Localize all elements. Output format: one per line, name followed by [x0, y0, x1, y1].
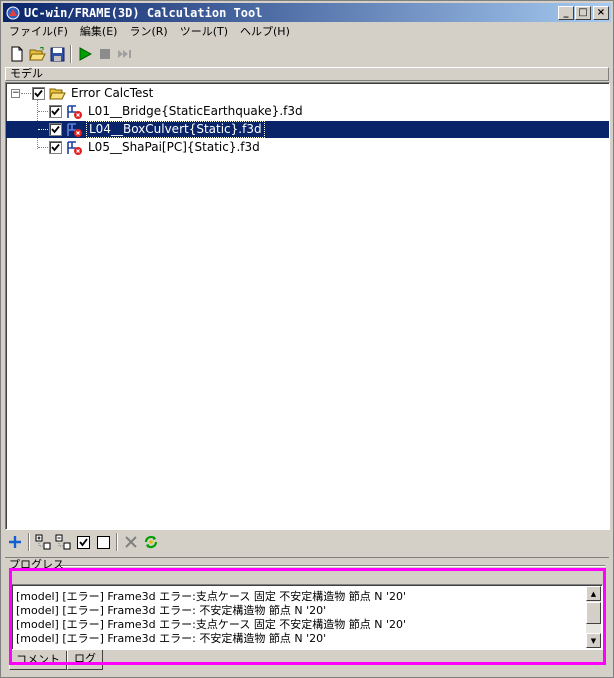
uncheck-all-icon[interactable] — [93, 532, 113, 552]
tree-item-l05[interactable]: L05__ShaPai[PC]{Static}.f3d — [49, 139, 262, 156]
refresh-icon[interactable] — [141, 532, 161, 552]
menu-file[interactable]: ファイル(F) — [3, 23, 74, 41]
save-icon[interactable] — [47, 44, 67, 64]
tree-item-label: L01__Bridge{StaticEarthquake}.f3d — [88, 104, 303, 118]
open-folder-icon[interactable] — [27, 44, 47, 64]
fast-forward-icon[interactable] — [115, 44, 135, 64]
log-line: [model] [エラー] Frame3d エラー: 不安定構造物 節点 N '… — [16, 632, 327, 645]
scroll-up-icon[interactable]: ▲ — [586, 586, 601, 601]
main-window: UC-win/FRAME(3D) Calculation Tool _ □ × … — [0, 0, 614, 678]
menu-tools[interactable]: ツール(T) — [174, 23, 234, 41]
tree-root-node[interactable]: Error CalcTest — [32, 85, 155, 102]
tree-connector — [38, 147, 48, 148]
open-folder-icon — [49, 86, 66, 102]
maximize-button[interactable]: □ — [575, 5, 591, 20]
app-icon — [5, 5, 21, 21]
close-button[interactable]: × — [593, 5, 609, 20]
tree-item-l04[interactable]: L04__BoxCulvert{Static}.f3d — [6, 121, 609, 138]
tree-toolbar — [5, 531, 609, 553]
toolbar-separator — [116, 533, 118, 551]
main-toolbar — [3, 43, 611, 65]
frame-model-error-icon — [66, 140, 83, 156]
log-scrollbar[interactable]: ▲ ▼ — [586, 586, 601, 648]
tree-item-label: L04__BoxCulvert{Static}.f3d — [86, 121, 265, 138]
title-bar[interactable]: UC-win/FRAME(3D) Calculation Tool _ □ × — [3, 3, 611, 22]
run-icon[interactable] — [75, 44, 95, 64]
stop-icon[interactable] — [95, 44, 115, 64]
menu-bar: ファイル(F) 編集(E) ラン(R) ツール(T) ヘルプ(H) — [3, 23, 611, 41]
model-panel-header: モデル — [5, 67, 609, 81]
tab-log[interactable]: ログ — [67, 650, 103, 670]
toolbar-separator — [28, 533, 30, 551]
tree-root-label: Error CalcTest — [71, 86, 154, 100]
progress-divider — [61, 565, 605, 567]
tree-collapse-toggle[interactable]: − — [11, 89, 20, 98]
tree-connector — [21, 93, 31, 94]
new-file-icon[interactable] — [7, 44, 27, 64]
check-all-icon[interactable] — [73, 532, 93, 552]
scroll-thumb[interactable] — [586, 602, 601, 624]
model-tree[interactable]: − Error CalcTest L01__Bridge{StaticEarth… — [5, 82, 610, 530]
log-panel[interactable]: [model] [エラー] Frame3d エラー:支点ケース 固定 不安定構造… — [11, 584, 603, 650]
item-checkbox[interactable] — [49, 105, 62, 118]
tree-connector — [38, 111, 48, 112]
window-title: UC-win/FRAME(3D) Calculation Tool — [24, 5, 263, 20]
minimize-button[interactable]: _ — [558, 5, 574, 20]
menu-edit[interactable]: 編集(E) — [74, 23, 124, 41]
tab-comment[interactable]: コメント — [9, 651, 67, 670]
delete-icon[interactable] — [121, 532, 141, 552]
menu-run[interactable]: ラン(R) — [123, 23, 173, 41]
menu-help[interactable]: ヘルプ(H) — [234, 23, 296, 41]
add-icon[interactable] — [5, 532, 25, 552]
tree-item-l01[interactable]: L01__Bridge{StaticEarthquake}.f3d — [49, 103, 305, 120]
collapse-all-icon[interactable] — [53, 532, 73, 552]
bottom-tabs: コメント ログ — [9, 650, 103, 671]
expand-all-icon[interactable] — [33, 532, 53, 552]
item-checkbox[interactable] — [49, 123, 62, 136]
frame-model-error-icon — [66, 104, 83, 120]
root-checkbox[interactable] — [32, 87, 45, 100]
frame-model-error-icon — [66, 122, 83, 138]
toolbar-separator — [70, 45, 72, 63]
scroll-down-icon[interactable]: ▼ — [586, 633, 601, 648]
item-checkbox[interactable] — [49, 141, 62, 154]
tree-item-label: L05__ShaPai[PC]{Static}.f3d — [88, 140, 260, 154]
